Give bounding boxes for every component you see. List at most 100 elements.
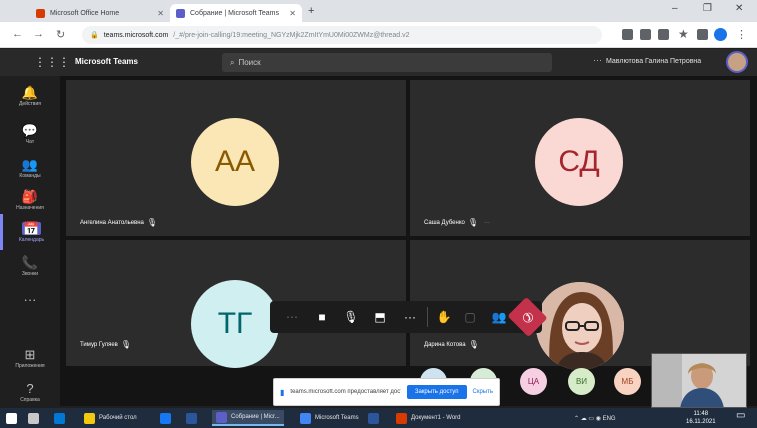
rail-item-phone[interactable]: 📞 Звонки [0, 248, 60, 284]
rail-item-teams[interactable]: 👥 Команды [0, 150, 60, 186]
share-button[interactable]: ⬒ [366, 301, 394, 333]
taskbar-clock[interactable]: 11:48 16.11.2021 [686, 410, 716, 426]
new-tab-button[interactable]: + [308, 5, 314, 17]
chat-button[interactable]: ▢ [456, 301, 484, 333]
taskbar-item[interactable] [6, 410, 17, 426]
stop-sharing-button[interactable]: Закрыть доступ [406, 385, 467, 399]
tab-office-home[interactable]: Microsoft Office Home ✕ [30, 4, 170, 22]
tab-title: Собрание | Microsoft Teams [190, 9, 279, 17]
extension-icon[interactable] [658, 29, 669, 40]
teams-icon: 👥 [21, 156, 39, 172]
taskbar-item[interactable] [28, 410, 39, 426]
forward-icon[interactable]: → [33, 28, 44, 40]
tab-title: Microsoft Office Home [50, 9, 120, 17]
facebook-icon [160, 412, 171, 424]
extension-icon[interactable] [622, 29, 633, 40]
mic-icon: 🎙 [467, 218, 479, 227]
bookmark-star-icon[interactable]: ★ [678, 27, 689, 41]
notifications-icon[interactable]: ▭ [736, 410, 745, 421]
participant-avatar: ТГ [191, 280, 279, 368]
participant-name-label: Ангелина Анатольевна 🎙 [80, 218, 157, 227]
browser-menu-icon[interactable]: ⋮ [736, 28, 747, 41]
reload-icon[interactable]: ↻ [56, 28, 65, 41]
taskbar-item[interactable] [186, 410, 197, 426]
raise-hand-button[interactable]: ✋ [430, 301, 458, 333]
profile-avatar-icon[interactable] [714, 28, 727, 41]
hide-notice-button[interactable]: Скрыть [473, 389, 493, 395]
rail-item-more-apps[interactable]: ··· [0, 282, 60, 318]
clock-icon: ⋯ [286, 310, 298, 324]
maximize-button[interactable]: ❐ [703, 3, 712, 14]
search-input[interactable]: ⌕ Поиск [222, 53, 552, 72]
more-actions-icon: ··· [404, 310, 416, 324]
participant-tile[interactable]: АА Ангелина Анатольевна 🎙 [66, 80, 406, 236]
timer-button[interactable]: ⋯ [278, 301, 306, 333]
user-avatar[interactable] [726, 51, 748, 73]
assignments-icon: 🎒 [21, 188, 39, 204]
office-favicon-icon [36, 8, 45, 18]
rail-item-apps[interactable]: ⊞ Приложения [0, 340, 60, 376]
chrome-icon [300, 412, 311, 424]
extensions-puzzle-icon[interactable] [697, 29, 708, 40]
explorer-icon [84, 412, 95, 424]
taskbar-item[interactable] [160, 410, 171, 426]
camera-icon: ■ [318, 310, 326, 324]
share-notice-text: teams.microsoft.com предоставляет доступ… [290, 389, 401, 395]
chat-icon: 💬 [21, 122, 39, 138]
self-view-photo [652, 354, 746, 407]
mic-button[interactable]: 🎙 [337, 301, 365, 333]
participant-name-label: Саша Дубенко 🎙 ··· [424, 218, 490, 227]
word2-icon [368, 412, 379, 424]
participant-name: Тимур Гуляев [80, 341, 118, 348]
rail-item-chat[interactable]: 💬 Чат [0, 116, 60, 152]
participant-bubble[interactable]: ВИ [568, 368, 595, 395]
address-bar[interactable]: 🔒 teams.microsoft.com /_#/pre-join-callin… [82, 26, 602, 44]
participant-bubble[interactable]: МБ [614, 368, 641, 395]
system-tray[interactable]: ⌃ ☁ ▭ ◉ ENG [574, 410, 616, 426]
bell-icon: 🔔 [21, 84, 39, 100]
camera-button[interactable]: ■ [308, 301, 336, 333]
participants-icon: 👥 [491, 310, 507, 324]
taskbar-item[interactable] [54, 410, 65, 426]
more-apps-icon: ··· [23, 291, 37, 307]
url-host: teams.microsoft.com [103, 31, 169, 39]
browser-tab-bar: Microsoft Office Home ✕ Собрание | Micro… [0, 0, 757, 22]
taskbar-item-label: Собрание | Micr... [231, 414, 280, 420]
phone-hangup-icon: ✆ [518, 308, 538, 327]
calendar-icon: 📅 [22, 220, 41, 236]
rail-item-help[interactable]: ? Справка [0, 374, 60, 410]
close-tab-icon[interactable]: ✕ [157, 9, 164, 18]
taskbar-item[interactable]: Собрание | Micr... [212, 410, 284, 426]
participant-name: Саша Дубенко [424, 219, 465, 226]
taskbar-item[interactable]: Документ1 - Word [392, 410, 465, 426]
taskbar-item[interactable] [368, 410, 379, 426]
screen-share-notification: ▮ teams.microsoft.com предоставляет дост… [273, 378, 500, 406]
header-more-icon[interactable]: ··· [593, 55, 602, 65]
mic-icon: 🎙 [343, 310, 359, 324]
app-launcher-icon[interactable]: ⋮⋮⋮ [34, 55, 70, 69]
participant-bubble[interactable]: ЦА [520, 368, 547, 395]
share-screen-icon: ⬒ [374, 310, 386, 324]
self-view-video [651, 353, 747, 408]
meeting-chat-icon: ▢ [464, 310, 476, 324]
search-placeholder: Поиск [238, 58, 261, 67]
participant-avatar: АА [191, 118, 279, 206]
taskbar-item[interactable]: Microsoft Teams [296, 410, 363, 426]
rail-item-calendar[interactable]: 📅 Календарь [0, 214, 60, 250]
extension-icon[interactable] [640, 29, 651, 40]
minimize-button[interactable]: – [672, 3, 678, 14]
tile-more-icon[interactable]: ··· [484, 220, 490, 226]
mic-icon: 🎙 [468, 340, 479, 349]
teams-taskbar-icon [216, 411, 227, 423]
close-window-button[interactable]: ✕ [735, 3, 743, 14]
office-icon [396, 412, 407, 424]
back-icon[interactable]: ← [12, 28, 23, 40]
tab-teams-meeting[interactable]: Собрание | Microsoft Teams ✕ [170, 4, 302, 22]
rail-item-assignments[interactable]: 🎒 Назначения [0, 182, 60, 218]
participant-tile[interactable]: СД Саша Дубенко 🎙 ··· [410, 80, 750, 236]
edge-icon [54, 412, 65, 424]
taskbar-item[interactable]: Рабочий стол [80, 410, 141, 426]
rail-item-bell[interactable]: 🔔 Действия [0, 78, 60, 114]
more-button[interactable]: ··· [396, 301, 424, 333]
close-tab-icon[interactable]: ✕ [289, 9, 296, 18]
